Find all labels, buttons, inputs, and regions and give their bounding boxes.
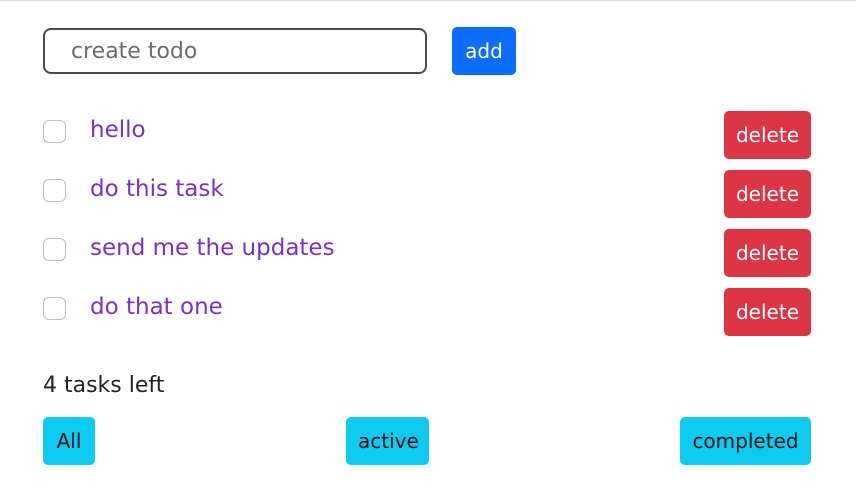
delete-button[interactable]: delete (724, 288, 811, 336)
delete-button[interactable]: delete (724, 229, 811, 277)
delete-button[interactable]: delete (724, 111, 811, 159)
todo-item: hello delete (43, 111, 811, 170)
todo-checkbox[interactable] (43, 179, 66, 202)
add-todo-form: add (43, 27, 811, 75)
todo-text: hello (90, 117, 146, 143)
todo-app: add hello delete do this task delete sen… (43, 1, 811, 502)
todo-text: do this task (90, 176, 224, 202)
create-todo-input[interactable] (43, 28, 427, 74)
todo-list: hello delete do this task delete send me… (43, 111, 811, 347)
add-button[interactable]: add (452, 27, 516, 75)
todo-checkbox[interactable] (43, 297, 66, 320)
todo-item: do that one delete (43, 288, 811, 347)
todo-item: send me the updates delete (43, 229, 811, 288)
filter-completed-button[interactable]: completed (680, 417, 811, 465)
filter-all-button[interactable]: All (43, 417, 95, 465)
delete-button[interactable]: delete (724, 170, 811, 218)
todo-text: send me the updates (90, 235, 335, 261)
todo-checkbox[interactable] (43, 120, 66, 143)
tasks-left-count: 4 tasks left (43, 373, 165, 398)
todo-text: do that one (90, 294, 223, 320)
filter-active-button[interactable]: active (346, 417, 429, 465)
todo-item: do this task delete (43, 170, 811, 229)
todo-checkbox[interactable] (43, 238, 66, 261)
